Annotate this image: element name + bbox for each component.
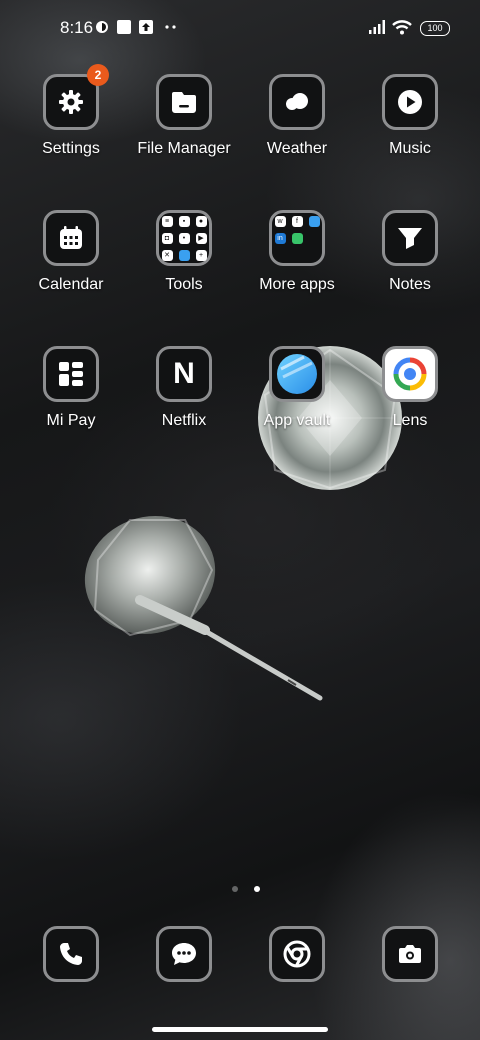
app-app-vault[interactable]: App vault [241,346,353,430]
lens-icon [382,346,438,402]
gear-icon: 2 [43,64,109,130]
mi-pay-icon [43,346,99,402]
page-dot-1[interactable] [232,886,238,892]
netflix-icon: N [156,346,212,402]
app-file-manager[interactable]: File Manager [128,74,240,158]
chrome-icon [269,926,325,982]
mini-app-icon: ✕ [161,249,173,261]
gesture-nav-handle[interactable] [152,1027,328,1032]
mini-app-icon: ◘ [161,232,173,244]
cloud-icon [269,74,325,130]
app-netflix[interactable]: N Netflix [128,346,240,430]
status-time: 8:16 [60,18,94,37]
mini-app-icon: in [274,232,286,244]
mini-app-icon: ● [195,215,207,227]
mini-app-icon [291,232,303,244]
mini-app-icon: ▶ [195,232,207,244]
mini-app-icon: ▪ [178,215,190,227]
status-bar: 8:16 100 [0,0,480,56]
notes-icon [382,210,438,266]
app-vault-icon [269,346,325,402]
app-notes[interactable]: Notes [354,210,466,294]
app-label: Netflix [161,412,207,429]
app-calendar[interactable]: Calendar [15,210,127,294]
dock-chrome[interactable] [269,926,325,982]
dock-phone[interactable] [43,926,99,982]
wifi-icon [392,20,412,35]
app-label: Weather [266,140,328,157]
more-dots-icon [165,25,176,29]
app-label: Notes [389,276,431,293]
folder-more-apps-icon: w f in [269,210,325,266]
app-label: Calendar [38,276,104,293]
folder-tools-icon: ≡ ▪ ● ◘ • ▶ ✕ + [156,210,212,266]
mini-app-icon: ≡ [161,215,173,227]
mini-app-icon: w [274,215,286,227]
folder-tools[interactable]: ≡ ▪ ● ◘ • ▶ ✕ + Tools [128,210,240,294]
mini-app-icon: f [291,215,303,227]
app-label: More apps [259,276,335,293]
messages-icon [156,926,212,982]
page-dot-2-active[interactable] [254,886,261,892]
folder-icon [156,74,212,130]
mini-app-icon: • [178,232,190,244]
notification-badge: 2 [87,64,109,86]
app-label: Mi Pay [46,412,96,429]
app-label: File Manager [137,140,231,157]
folder-more-apps[interactable]: w f in More apps [241,210,353,294]
app-mi-pay[interactable]: Mi Pay [15,346,127,430]
app-lens[interactable]: Lens [354,346,466,430]
app-settings[interactable]: 2 Settings [15,64,127,158]
app-weather[interactable]: Weather [241,74,353,158]
page-indicator[interactable] [226,879,266,897]
mini-app-icon: + [195,249,207,261]
app-label: App vault [263,412,331,429]
camera-icon [382,926,438,982]
app-label: Music [389,140,431,157]
netflix-logo-glyph: N [173,357,195,390]
signal-icon [369,20,385,34]
upload-icon [139,20,153,34]
calendar-icon [43,210,99,266]
play-icon [382,74,438,130]
app-label: Lens [392,412,428,429]
battery-icon: 100 [420,21,450,36]
dock-camera[interactable] [382,926,438,982]
vpn-icon [96,21,108,33]
app-label: Settings [42,140,100,157]
mini-app-icon [308,215,320,227]
app-music[interactable]: Music [354,74,466,158]
mini-app-icon [178,249,190,261]
square-notification-icon [117,20,131,34]
app-label: Tools [165,276,203,293]
phone-icon [43,926,99,982]
dock-messages[interactable] [156,926,212,982]
